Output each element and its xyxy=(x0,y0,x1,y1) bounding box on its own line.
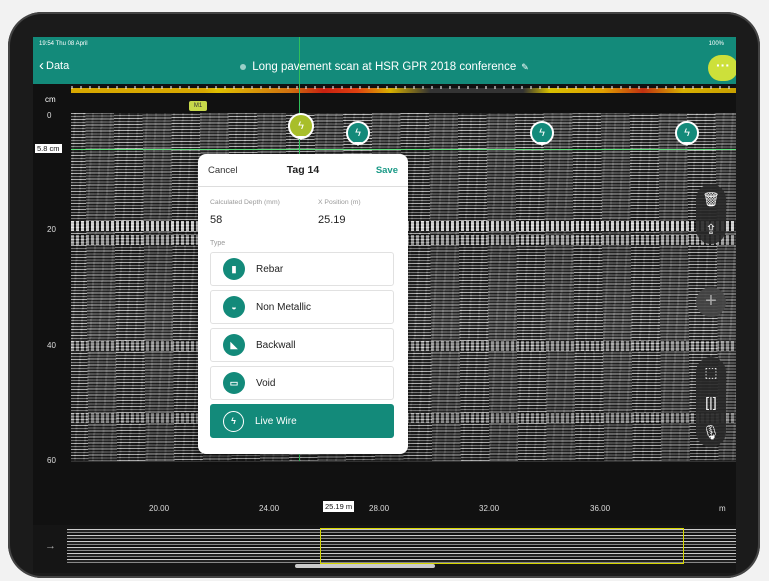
type-option-label: Void xyxy=(256,377,276,389)
depth-field-label: Calculated Depth (mm) xyxy=(210,199,280,206)
type-option-label: Live Wire xyxy=(255,415,297,427)
microphone-icon[interactable]: 🎙 xyxy=(696,417,726,447)
view-tools: ⬚ [|] 🎙 xyxy=(696,357,726,447)
xpos-field-value[interactable]: 25.19 xyxy=(318,214,346,226)
status-time: 19:54 Thu 08 April xyxy=(39,41,88,47)
x-tick: 36.00 xyxy=(590,504,611,513)
y-tick-20: 20 xyxy=(47,225,56,234)
y-tick-40: 40 xyxy=(47,341,56,350)
scan-title: Long pavement scan at HSR GPR 2018 confe… xyxy=(33,61,736,73)
viewport-window[interactable] xyxy=(320,528,684,564)
type-option-rebar[interactable]: ▮ Rebar xyxy=(210,252,394,286)
depth-readout: 5.8 cm xyxy=(35,144,62,153)
add-tag-button[interactable]: + xyxy=(696,287,726,317)
x-tick: 28.00 xyxy=(369,504,390,513)
y-tick-0: 0 xyxy=(47,111,52,120)
dialog-header: Cancel Tag 14 Save xyxy=(198,154,408,187)
arrow-right-icon[interactable]: → xyxy=(45,540,56,552)
select-area-icon[interactable]: ⬚ xyxy=(696,357,726,387)
non-metallic-icon: ◒ xyxy=(223,296,245,318)
type-option-live-wire[interactable]: ϟ Live Wire xyxy=(210,404,394,438)
tag-edit-dialog: Cancel Tag 14 Save Calculated Depth (mm)… xyxy=(198,154,408,454)
type-option-label: Rebar xyxy=(256,263,284,275)
more-menu-button[interactable]: ··· xyxy=(708,55,736,81)
battery-indicator: 100% xyxy=(708,41,724,47)
x-tick: 32.00 xyxy=(479,504,500,513)
edit-tools: 🗑 ⇪ xyxy=(696,184,726,244)
tag-pin-active[interactable]: ϟ xyxy=(288,113,314,140)
depth-field-value[interactable]: 58 xyxy=(210,214,222,226)
distance-axis: 20.00 24.00 25.19 m 28.00 32.00 36.00 m xyxy=(71,461,736,522)
split-view-icon[interactable]: [|] xyxy=(696,387,726,417)
xpos-field-label: X Position (m) xyxy=(318,199,361,206)
strip-ticks xyxy=(71,86,736,89)
x-axis-unit: m xyxy=(719,504,726,513)
app-screen: 19:54 Thu 08 April 100% ‹ Data Long pave… xyxy=(33,37,736,573)
status-bar: 19:54 Thu 08 April 100% xyxy=(33,37,736,52)
tag-pin[interactable]: ϟ xyxy=(675,121,699,146)
share-icon[interactable]: ⇪ xyxy=(696,214,726,244)
pencil-icon[interactable]: ✎ xyxy=(521,62,529,72)
y-tick-60: 60 xyxy=(47,456,56,465)
rebar-icon: ▮ xyxy=(223,258,245,280)
home-indicator xyxy=(295,564,435,568)
position-readout: 25.19 m xyxy=(323,501,355,512)
navigation-bar: ‹ Data Long pavement scan at HSR GPR 201… xyxy=(33,52,736,84)
type-option-label: Non Metallic xyxy=(256,301,312,313)
lightning-icon: ϟ xyxy=(223,410,244,432)
type-section-label: Type xyxy=(210,240,226,247)
y-axis-unit: cm xyxy=(45,95,56,104)
void-icon: ▭ xyxy=(223,372,245,394)
tag-pin[interactable]: ϟ xyxy=(530,121,554,146)
backwall-icon: ◣ xyxy=(223,334,245,356)
marker-m1[interactable]: M1 xyxy=(189,101,207,111)
scan-title-text: Long pavement scan at HSR GPR 2018 confe… xyxy=(252,61,517,73)
depth-axis: 0 5.8 cm 20 40 60 xyxy=(33,111,71,465)
tag-pin[interactable]: ϟ xyxy=(346,121,370,146)
x-tick: 20.00 xyxy=(149,504,170,513)
status-dot-icon xyxy=(240,63,247,70)
type-option-label: Backwall xyxy=(256,339,296,351)
type-option-backwall[interactable]: ◣ Backwall xyxy=(210,328,394,362)
trash-icon[interactable]: 🗑 xyxy=(696,184,726,214)
save-button[interactable]: Save xyxy=(376,165,398,176)
x-tick: 24.00 xyxy=(259,504,280,513)
type-option-non-metallic[interactable]: ◒ Non Metallic xyxy=(210,290,394,324)
type-option-void[interactable]: ▭ Void xyxy=(210,366,394,400)
depth-cursor-line[interactable] xyxy=(71,149,736,150)
